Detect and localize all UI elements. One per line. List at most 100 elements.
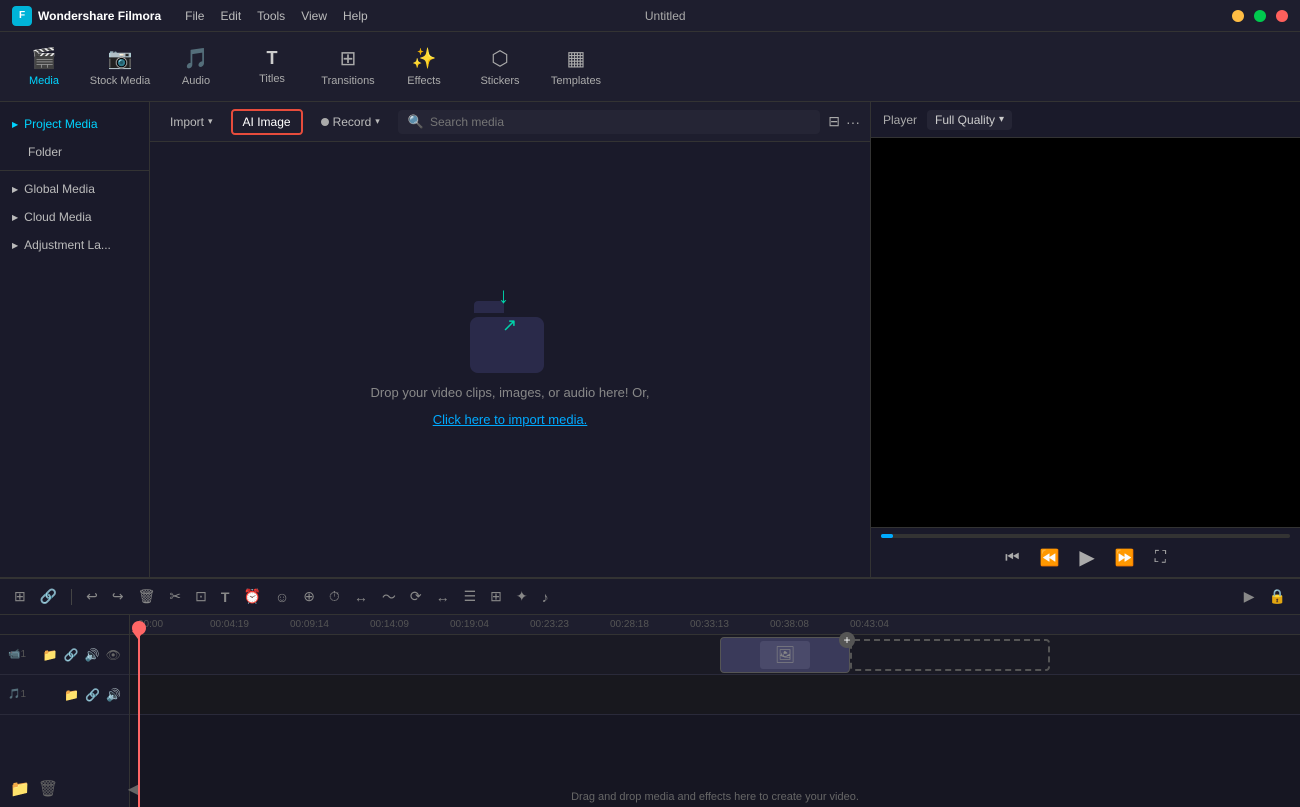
media-toolbar: Import ▾ AI Image Record ▾ 🔍 ⊟ ··· [150, 102, 870, 142]
timeline-redo-icon[interactable]: ↪ [108, 585, 128, 608]
toolbar-audio[interactable]: 🎵 Audio [160, 37, 232, 97]
import-link[interactable]: Click here to import media. [433, 412, 588, 427]
window-title: Untitled [645, 9, 686, 23]
toolbar-templates-label: Templates [551, 75, 601, 87]
menu-tools[interactable]: Tools [257, 9, 285, 23]
player-header: Player Full Quality ▾ [871, 102, 1300, 138]
app-logo: F Wondershare Filmora [12, 6, 161, 26]
minimize-button[interactable] [1232, 10, 1244, 22]
search-bar[interactable]: 🔍 [398, 110, 820, 134]
filter-icon[interactable]: ⊟ [828, 113, 840, 130]
import-button[interactable]: Import ▾ [160, 111, 223, 133]
fullscreen-icon[interactable]: ⛶ [1155, 549, 1166, 567]
quality-label: Full Quality [935, 113, 995, 127]
timeline-timer-icon[interactable]: ⏰ [239, 585, 264, 608]
player-buttons: ⏮ ⏪ ▶ ⏩ ⛶ [871, 538, 1300, 577]
media-clip-thumbnail[interactable]: 🖼 + [720, 637, 850, 673]
ruler-spacer [0, 615, 129, 635]
sidebar-item-adjustment[interactable]: ▶ Adjustment La... [0, 231, 149, 259]
toolbar-stickers-label: Stickers [480, 75, 519, 87]
menu-view[interactable]: View [301, 9, 327, 23]
quality-selector[interactable]: Full Quality ▾ [927, 110, 1012, 130]
timeline-add2-icon[interactable]: ⊕ [299, 585, 319, 608]
ruler-mark-6: 00:28:18 [610, 619, 649, 630]
ruler-mark-3: 00:14:09 [370, 619, 409, 630]
toolbar-transitions[interactable]: ⊞ Transitions [312, 37, 384, 97]
frame-forward-icon[interactable]: ⏩ [1115, 548, 1135, 568]
ruler-mark-5: 00:23:23 [530, 619, 569, 630]
timeline-layout-icon[interactable]: ☰ [460, 585, 481, 608]
ai-image-button[interactable]: AI Image [231, 109, 303, 135]
cursor-circle [132, 621, 146, 635]
maximize-button[interactable] [1254, 10, 1266, 22]
timeline-stabilize-icon[interactable]: ⟳ [406, 585, 426, 608]
timeline-grid-icon[interactable]: ⊞ [486, 585, 506, 608]
timeline-add-icon[interactable]: ⊞ [10, 585, 30, 608]
sidebar-item-folder[interactable]: Folder [0, 138, 149, 166]
timeline-crop-icon[interactable]: ⊡ [191, 585, 211, 608]
timeline-speed-icon[interactable]: ⏱ [325, 585, 344, 608]
drag-hint-text: Drag and drop media and effects here to … [571, 791, 859, 803]
audio-add-icon[interactable]: 📁 [64, 688, 79, 702]
audio-track-number: 🎵1 [8, 689, 26, 700]
timeline-play-icon[interactable]: ▶ [1240, 585, 1259, 608]
video-link-icon[interactable]: 🔗 [64, 648, 79, 662]
play-button[interactable]: ▶ [1079, 545, 1094, 570]
timeline-undo-icon[interactable]: ↩ [82, 585, 102, 608]
ruler-mark-9: 00:43:04 [850, 619, 889, 630]
timeline-cut-icon[interactable]: ✂ [165, 585, 185, 608]
arrow-down-icon: ↓ [498, 283, 509, 309]
timeline-audio-icon[interactable]: 〜 [378, 584, 400, 610]
video-eye-icon[interactable]: 👁 [106, 648, 121, 662]
add-folder-icon[interactable]: 📁 [10, 779, 30, 799]
menu-edit[interactable]: Edit [220, 9, 241, 23]
sidebar-item-cloud-media[interactable]: ▶ Cloud Media [0, 203, 149, 231]
player-label: Player [883, 113, 917, 127]
ai-image-label: AI Image [243, 115, 291, 129]
video-volume-icon[interactable]: 🔊 [85, 648, 100, 662]
video-add-icon[interactable]: 📁 [43, 648, 58, 662]
timeline-text-icon[interactable]: T [217, 586, 234, 608]
menu-file[interactable]: File [185, 9, 204, 23]
timeline-music-icon[interactable]: ♪ [538, 586, 553, 608]
toolbar-stock-label: Stock Media [90, 75, 151, 87]
drop-folder-icon: ↓ ↗ [470, 293, 550, 373]
tl-divider-1 [71, 589, 72, 605]
toolbar-stock-media[interactable]: 📷 Stock Media [84, 37, 156, 97]
menu-bar: File Edit Tools View Help [185, 9, 368, 23]
toolbar-stickers[interactable]: ⬡ Stickers [464, 37, 536, 97]
menu-help[interactable]: Help [343, 9, 368, 23]
close-button[interactable] [1276, 10, 1288, 22]
toolbar-media[interactable]: 🎬 Media [8, 37, 80, 97]
search-input[interactable] [430, 115, 810, 129]
title-bar: F Wondershare Filmora File Edit Tools Vi… [0, 0, 1300, 32]
timeline-marker-icon[interactable]: ✦ [512, 585, 532, 608]
toolbar-transitions-label: Transitions [321, 75, 374, 87]
timeline-lock-icon[interactable]: 🔒 [1265, 585, 1290, 608]
main-toolbar: 🎬 Media 📷 Stock Media 🎵 Audio T Titles ⊞… [0, 32, 1300, 102]
ruler-mark-7: 00:33:13 [690, 619, 729, 630]
toolbar-effects[interactable]: ✨ Effects [388, 37, 460, 97]
record-button[interactable]: Record ▾ [311, 111, 390, 133]
drop-text: Drop your video clips, images, or audio … [371, 385, 650, 400]
audio-volume-icon[interactable]: 🔊 [106, 688, 121, 702]
delete-icon[interactable]: 🗑 [38, 779, 58, 799]
timeline-emoji-icon[interactable]: ☺ [271, 586, 293, 608]
step-back-icon[interactable]: ⏮ [1005, 549, 1019, 567]
sidebar-item-project-media[interactable]: ▶ Project Media [0, 110, 149, 138]
audio-link-icon[interactable]: 🔗 [85, 688, 100, 702]
frame-back-icon[interactable]: ⏪ [1039, 548, 1059, 568]
timeline-zoom-icon[interactable]: ↔ [432, 586, 454, 608]
timeline-stretch-icon[interactable]: ↔ [350, 586, 372, 608]
timeline-delete-icon[interactable]: 🗑 [134, 585, 160, 608]
sidebar-divider-1 [0, 170, 149, 171]
media-drop-area[interactable]: ↓ ↗ Drop your video clips, images, or au… [150, 142, 870, 577]
toolbar-titles[interactable]: T Titles [236, 37, 308, 97]
toolbar-templates[interactable]: ▦ Templates [540, 37, 612, 97]
sidebar-item-global-media[interactable]: ▶ Global Media [0, 175, 149, 203]
sidebar-folder-label: Folder [28, 145, 62, 159]
timeline-connect-icon[interactable]: 🔗 [36, 585, 61, 608]
player-panel: Player Full Quality ▾ ⏮ ⏪ ▶ ⏩ ⛶ [870, 102, 1300, 577]
app-name: Wondershare Filmora [38, 9, 161, 23]
more-options-icon[interactable]: ··· [846, 114, 860, 130]
